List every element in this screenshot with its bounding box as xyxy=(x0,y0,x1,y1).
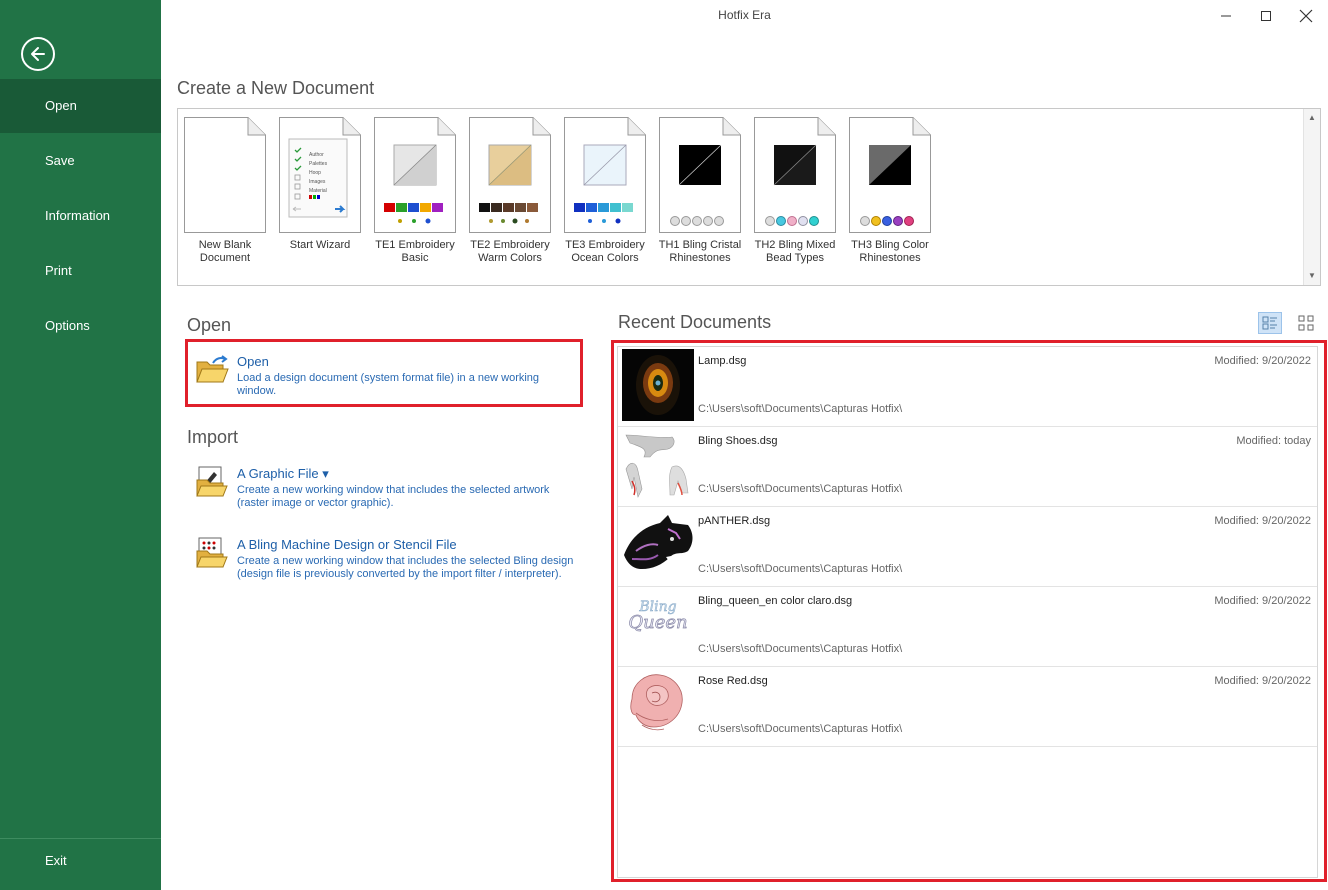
import-bling-description: Create a new working window that include… xyxy=(237,555,574,580)
wizard-page-icon: Author Palettes Hoop Images Material xyxy=(279,117,361,233)
open-link-title[interactable]: Open xyxy=(237,354,269,369)
wizard-item-author: Author xyxy=(309,152,324,158)
open-link-description: Load a design document (system format fi… xyxy=(237,372,540,397)
th2-page-icon xyxy=(754,117,836,233)
te2-page-icon xyxy=(469,117,551,233)
gallery-scrollbar[interactable]: ▲ ▼ xyxy=(1303,109,1320,285)
import-graphic-title[interactable]: A Graphic File ▾ xyxy=(237,466,329,482)
template-label: New Blank Document xyxy=(198,239,252,264)
doc-name: Rose Red.dsg xyxy=(698,675,768,687)
recent-doc-row[interactable]: Rose Red.dsg Modified: 9/20/2022 C:\User… xyxy=(618,667,1317,747)
sidebar-item-open[interactable]: Open xyxy=(0,79,161,133)
doc-modified: Modified: 9/20/2022 xyxy=(1214,595,1311,607)
rose-thumbnail xyxy=(622,669,694,741)
th3-page-icon xyxy=(849,117,931,233)
template-label: Start Wizard xyxy=(289,239,351,251)
create-document-heading: Create a New Document xyxy=(177,78,375,98)
scroll-down-icon[interactable]: ▼ xyxy=(1304,268,1320,284)
doc-name: Bling Shoes.dsg xyxy=(698,435,778,447)
recent-doc-row[interactable]: Bling Shoes.dsg Modified: today C:\Users… xyxy=(618,427,1317,507)
template-gallery: New Blank Document Author Palettes Hoop … xyxy=(177,108,1321,286)
doc-path: C:\Users\soft\Documents\Capturas Hotfix\ xyxy=(698,723,903,735)
import-graphic-action[interactable]: A Graphic File ▾ Create a new working wi… xyxy=(195,466,580,516)
import-heading: Import xyxy=(187,427,239,447)
maximize-icon[interactable] xyxy=(1246,0,1286,32)
th1-page-icon xyxy=(659,117,741,233)
open-heading: Open xyxy=(187,315,232,335)
sidebar: Open Save Information Print Options Exit xyxy=(0,0,161,890)
import-bling-icon xyxy=(195,537,229,569)
scroll-up-icon[interactable]: ▲ xyxy=(1304,110,1320,126)
template-th3-bling-color[interactable]: TH3 Bling Color Rhinestones xyxy=(844,117,936,265)
recent-documents-list: Lamp.dsg Modified: 9/20/2022 C:\Users\so… xyxy=(617,346,1318,878)
panther-thumbnail xyxy=(622,509,694,581)
recent-doc-row[interactable]: Bling Queen Bling_queen_en color claro.d… xyxy=(618,587,1317,667)
template-te2-embroidery-warm[interactable]: TE2 Embroidery Warm Colors xyxy=(464,117,556,265)
template-th1-bling-cristal[interactable]: TH1 Bling Cristal Rhinestones xyxy=(654,117,746,265)
template-label: TE1 Embroidery Basic xyxy=(375,239,455,264)
template-new-blank[interactable]: New Blank Document xyxy=(179,117,271,265)
doc-modified: Modified: today xyxy=(1236,435,1311,447)
grid-view-icon[interactable] xyxy=(1294,312,1318,334)
doc-modified: Modified: 9/20/2022 xyxy=(1214,515,1311,527)
template-label: TE2 Embroidery Warm Colors xyxy=(470,239,550,264)
open-document-action[interactable]: Open Load a design document (system form… xyxy=(195,354,575,397)
doc-path: C:\Users\soft\Documents\Capturas Hotfix\ xyxy=(698,483,903,495)
wizard-item-material: Material xyxy=(309,188,327,194)
template-th2-bling-mixed[interactable]: TH2 Bling Mixed Bead Types xyxy=(749,117,841,265)
blank-page-icon xyxy=(184,117,266,233)
list-view-icon[interactable] xyxy=(1258,312,1282,334)
wizard-item-images: Images xyxy=(309,179,326,185)
back-arrow-icon[interactable] xyxy=(21,37,55,71)
folder-open-icon xyxy=(195,354,229,386)
sidebar-item-options[interactable]: Options xyxy=(0,299,161,353)
lamp-thumbnail xyxy=(622,349,694,421)
template-label: TE3 Embroidery Ocean Colors xyxy=(565,239,645,264)
doc-path: C:\Users\soft\Documents\Capturas Hotfix\ xyxy=(698,403,903,415)
template-label: TH2 Bling Mixed Bead Types xyxy=(754,239,836,264)
bling-shoes-thumbnail xyxy=(622,429,694,501)
doc-name: pANTHER.dsg xyxy=(698,515,771,527)
import-bling-title[interactable]: A Bling Machine Design or Stencil File xyxy=(237,537,457,552)
doc-name: Lamp.dsg xyxy=(698,355,747,367)
bling-queen-thumbnail: Bling Queen xyxy=(622,589,694,661)
te3-page-icon xyxy=(564,117,646,233)
recent-doc-row[interactable]: pANTHER.dsg Modified: 9/20/2022 C:\Users… xyxy=(618,507,1317,587)
template-label: TH3 Bling Color Rhinestones xyxy=(851,239,929,264)
doc-name: Bling_queen_en color claro.dsg xyxy=(698,595,853,607)
template-start-wizard[interactable]: Author Palettes Hoop Images Material Sta… xyxy=(274,117,366,252)
doc-path: C:\Users\soft\Documents\Capturas Hotfix\ xyxy=(698,563,903,575)
sidebar-item-information[interactable]: Information xyxy=(0,189,161,243)
template-label: TH1 Bling Cristal Rhinestones xyxy=(658,239,742,264)
window-title: Hotfix Era xyxy=(718,8,771,22)
import-graphic-description: Create a new working window that include… xyxy=(237,484,550,509)
template-te3-embroidery-ocean[interactable]: TE3 Embroidery Ocean Colors xyxy=(559,117,651,265)
doc-path: C:\Users\soft\Documents\Capturas Hotfix\ xyxy=(698,643,903,655)
wizard-item-palettes: Palettes xyxy=(309,161,328,167)
te1-page-icon xyxy=(374,117,456,233)
import-bling-action[interactable]: A Bling Machine Design or Stencil File C… xyxy=(195,537,580,587)
doc-modified: Modified: 9/20/2022 xyxy=(1214,675,1311,687)
template-te1-embroidery-basic[interactable]: TE1 Embroidery Basic xyxy=(369,117,461,265)
import-graphic-icon xyxy=(195,466,229,498)
sidebar-item-exit[interactable]: Exit xyxy=(0,834,161,888)
recent-documents-heading: Recent Documents xyxy=(618,312,772,332)
doc-modified: Modified: 9/20/2022 xyxy=(1214,355,1311,367)
minimize-icon[interactable] xyxy=(1206,0,1246,32)
sidebar-item-save[interactable]: Save xyxy=(0,134,161,188)
queen-logo-line-2: Queen xyxy=(628,612,688,633)
wizard-item-hoop: Hoop xyxy=(309,170,321,176)
recent-doc-row[interactable]: Lamp.dsg Modified: 9/20/2022 C:\Users\so… xyxy=(618,347,1317,427)
close-icon[interactable] xyxy=(1286,0,1326,32)
sidebar-item-print[interactable]: Print xyxy=(0,244,161,298)
